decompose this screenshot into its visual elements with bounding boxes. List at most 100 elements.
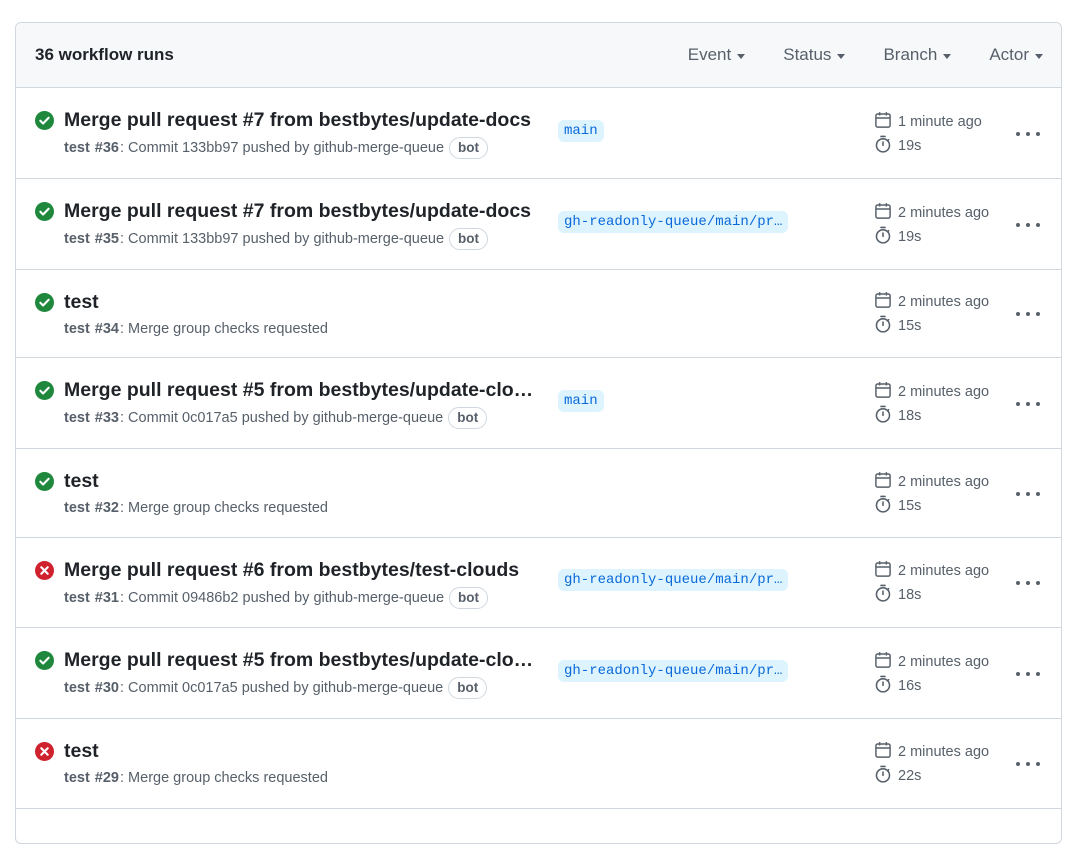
run-duration: 19s [898, 229, 922, 245]
bot-badge: bot [448, 677, 488, 699]
run-title[interactable]: Merge pull request #7 from bestbytes/upd… [64, 109, 531, 132]
runs-header: 36 workflow runs Event Status Branch Act… [16, 23, 1061, 88]
run-description: : Commit 0c017a5 pushed by github-merge-… [120, 680, 444, 696]
bot-badge: bot [448, 407, 488, 429]
kebab-menu-icon[interactable] [1016, 666, 1040, 682]
run-timing: 2 minutes ago 15s [874, 290, 989, 338]
run-duration: 15s [898, 318, 922, 334]
run-meta: test #31: Commit 09486b2 pushed by github… [64, 587, 489, 609]
run-time: 2 minutes ago [898, 384, 990, 400]
kebab-menu-icon[interactable] [1016, 306, 1040, 322]
run-time: 2 minutes ago [898, 563, 990, 579]
run-description: : Merge group checks requested [120, 500, 328, 516]
kebab-menu-icon[interactable] [1016, 217, 1040, 233]
workflow-run-row[interactable]: Merge pull request #6 from bestbytes/tes… [16, 538, 1061, 628]
run-title[interactable]: test [64, 291, 99, 314]
run-time: 1 minute ago [898, 114, 982, 130]
caret-down-icon [1035, 53, 1043, 59]
branch-label[interactable]: main [558, 390, 604, 412]
run-title[interactable]: Merge pull request #5 from bestbytes/upd… [64, 649, 533, 672]
workflow-run-row[interactable]: test test #29: Merge group checks requeste… [16, 719, 1061, 809]
run-description: : Commit 09486b2 pushed by github-merge-… [120, 590, 445, 606]
run-number: #29 [94, 770, 119, 786]
kebab-menu-icon[interactable] [1016, 756, 1040, 772]
caret-down-icon [837, 53, 846, 59]
calendar-icon [874, 560, 898, 582]
run-number: #30 [94, 680, 119, 696]
check-circle-icon [35, 381, 54, 400]
run-timing: 2 minutes ago 15s [874, 470, 989, 518]
branch-label[interactable]: gh-readonly-queue/main/pr… [558, 660, 789, 682]
run-title[interactable]: Merge pull request #7 from bestbytes/upd… [64, 200, 531, 223]
run-timing: 2 minutes ago 18s [874, 559, 989, 607]
run-meta: test #29: Merge group checks requested [64, 770, 328, 786]
run-time: 2 minutes ago [898, 744, 990, 760]
check-circle-icon [35, 472, 54, 491]
branch-label[interactable]: main [558, 120, 604, 142]
kebab-menu-icon[interactable] [1016, 126, 1040, 142]
run-description: : Merge group checks requested [120, 770, 328, 786]
calendar-icon [874, 291, 898, 313]
workflow-run-row[interactable]: Merge pull request #7 from bestbytes/upd… [16, 88, 1061, 179]
run-timing: 2 minutes ago 16s [874, 650, 989, 698]
workflow-run-row[interactable]: Merge pull request #7 from bestbytes/upd… [16, 179, 1061, 270]
filter-branch[interactable]: Branch [883, 45, 952, 65]
kebab-menu-icon[interactable] [1016, 396, 1040, 412]
run-duration: 16s [898, 678, 922, 694]
run-time: 2 minutes ago [898, 294, 990, 310]
workflow-name: test [64, 770, 90, 786]
bot-badge: bot [449, 137, 489, 159]
runs-count: 36 workflow runs [35, 45, 174, 64]
workflow-run-row[interactable]: Merge pull request #5 from bestbytes/upd… [16, 358, 1061, 449]
run-title[interactable]: Merge pull request #5 from bestbytes/upd… [64, 379, 533, 402]
x-circle-icon [35, 742, 54, 761]
run-duration: 22s [898, 768, 922, 784]
stopwatch-icon [874, 584, 898, 606]
calendar-icon [874, 202, 898, 224]
check-circle-icon [35, 111, 54, 130]
caret-down-icon [737, 53, 746, 59]
run-meta: test #33: Commit 0c017a5 pushed by github… [64, 407, 488, 429]
run-title[interactable]: Merge pull request #6 from bestbytes/tes… [64, 559, 519, 582]
kebab-menu-icon[interactable] [1016, 486, 1040, 502]
filter-branch-label: Branch [883, 45, 938, 64]
bot-badge: bot [449, 228, 489, 250]
calendar-icon [874, 111, 898, 133]
check-circle-icon [35, 202, 54, 221]
stopwatch-icon [874, 405, 898, 427]
workflow-run-row[interactable]: test test #32: Merge group checks requeste… [16, 449, 1061, 538]
run-number: #32 [94, 500, 119, 516]
workflow-run-row[interactable]: Merge pull request #5 from bestbytes/upd… [16, 628, 1061, 719]
run-timing: 2 minutes ago 22s [874, 740, 989, 788]
run-number: #33 [94, 410, 119, 426]
run-timing: 2 minutes ago 19s [874, 201, 989, 249]
branch-label[interactable]: gh-readonly-queue/main/pr… [558, 211, 789, 233]
run-meta: test #35: Commit 133bb97 pushed by github… [64, 228, 489, 250]
stopwatch-icon [874, 135, 898, 157]
branch-label[interactable]: gh-readonly-queue/main/pr… [558, 569, 789, 591]
check-circle-icon [35, 293, 54, 312]
run-time: 2 minutes ago [898, 205, 990, 221]
run-time: 2 minutes ago [898, 654, 990, 670]
run-duration: 15s [898, 498, 922, 514]
run-title[interactable]: test [64, 740, 99, 763]
filter-actor[interactable]: Actor [989, 45, 1043, 65]
bot-badge: bot [449, 587, 489, 609]
run-title[interactable]: test [64, 470, 99, 493]
run-duration: 19s [898, 138, 922, 154]
workflow-name: test [64, 590, 90, 606]
workflow-name: test [64, 410, 90, 426]
run-description: : Commit 133bb97 pushed by github-merge-… [120, 231, 445, 247]
workflow-name: test [64, 500, 90, 516]
check-circle-icon [35, 651, 54, 670]
workflow-name: test [64, 140, 90, 156]
calendar-icon [874, 471, 898, 493]
run-duration: 18s [898, 408, 922, 424]
workflow-run-row[interactable]: test test #34: Merge group checks requeste… [16, 270, 1061, 358]
filter-event[interactable]: Event [688, 45, 746, 65]
kebab-menu-icon[interactable] [1016, 575, 1040, 591]
run-number: #31 [94, 590, 119, 606]
filter-actor-label: Actor [989, 45, 1029, 64]
workflow-runs-panel: 36 workflow runs Event Status Branch Act… [15, 22, 1062, 844]
filter-status[interactable]: Status [783, 45, 846, 65]
